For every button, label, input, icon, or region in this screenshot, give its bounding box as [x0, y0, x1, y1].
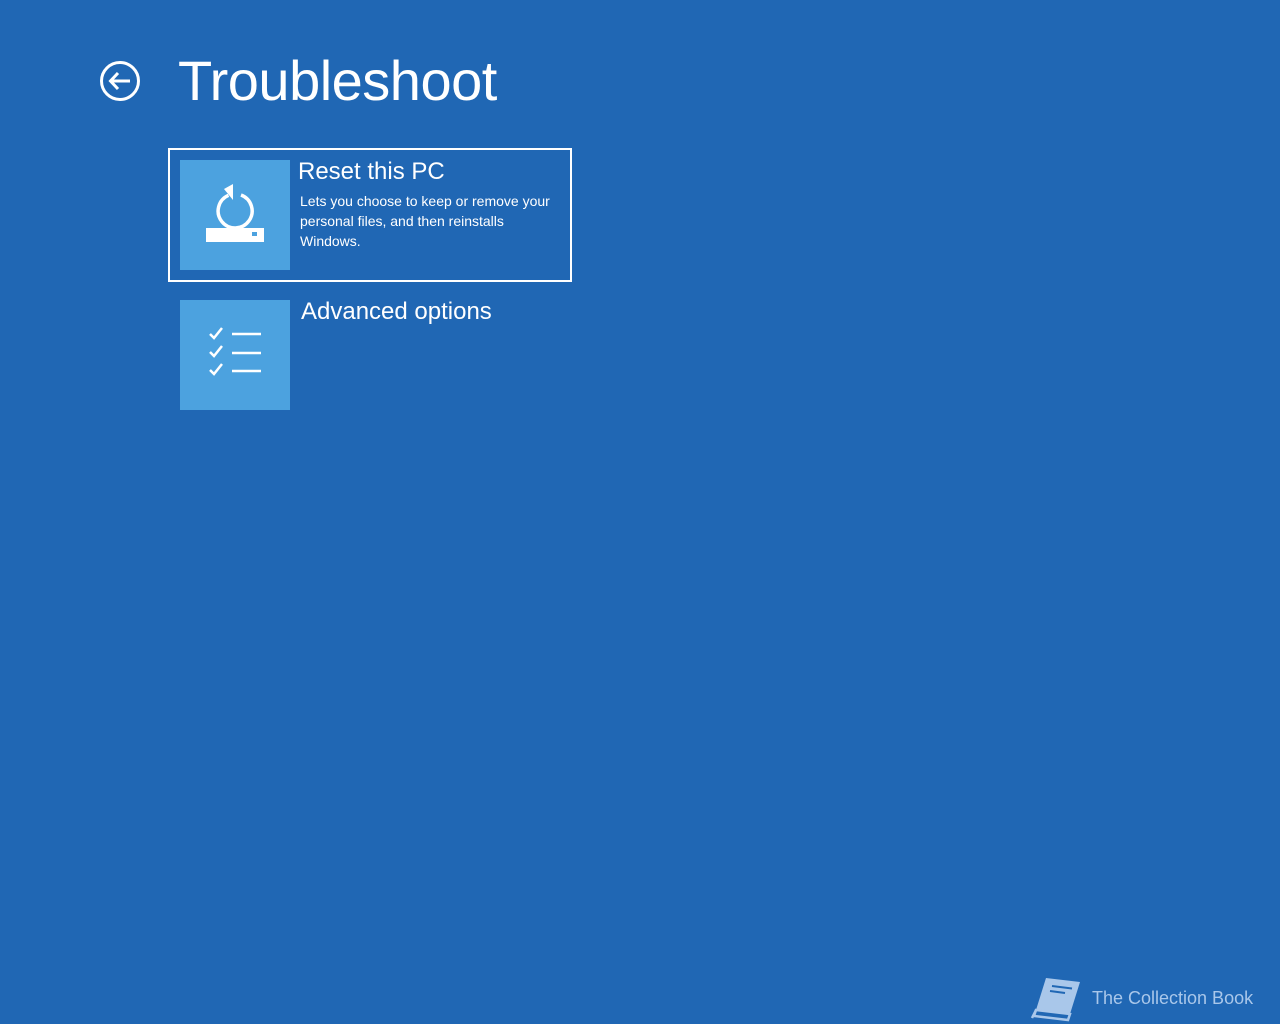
- checklist-icon: [209, 327, 261, 376]
- page-title: Troubleshoot: [178, 49, 497, 112]
- book-icon: [1030, 978, 1080, 1022]
- advanced-options-option[interactable]: Advanced options: [168, 288, 572, 422]
- watermark: The Collection Book: [1028, 974, 1268, 1022]
- advanced-options-title: Advanced options: [301, 298, 492, 325]
- reset-this-pc-description: Lets you choose to keep or remove your p…: [300, 193, 550, 249]
- troubleshoot-screen: { "page": { "title": "Troubleshoot", "ba…: [0, 0, 1280, 1024]
- reset-pc-icon: [206, 184, 264, 242]
- reset-this-pc-option[interactable]: Reset this PC Lets you choose to keep or…: [168, 148, 572, 282]
- reset-pc-tile: [180, 160, 290, 270]
- back-button[interactable]: [99, 60, 141, 102]
- advanced-options-tile: [180, 300, 290, 410]
- watermark-text: The Collection Book: [1092, 988, 1254, 1008]
- reset-this-pc-title: Reset this PC: [298, 158, 445, 185]
- back-arrow-circle-icon: [100, 61, 140, 101]
